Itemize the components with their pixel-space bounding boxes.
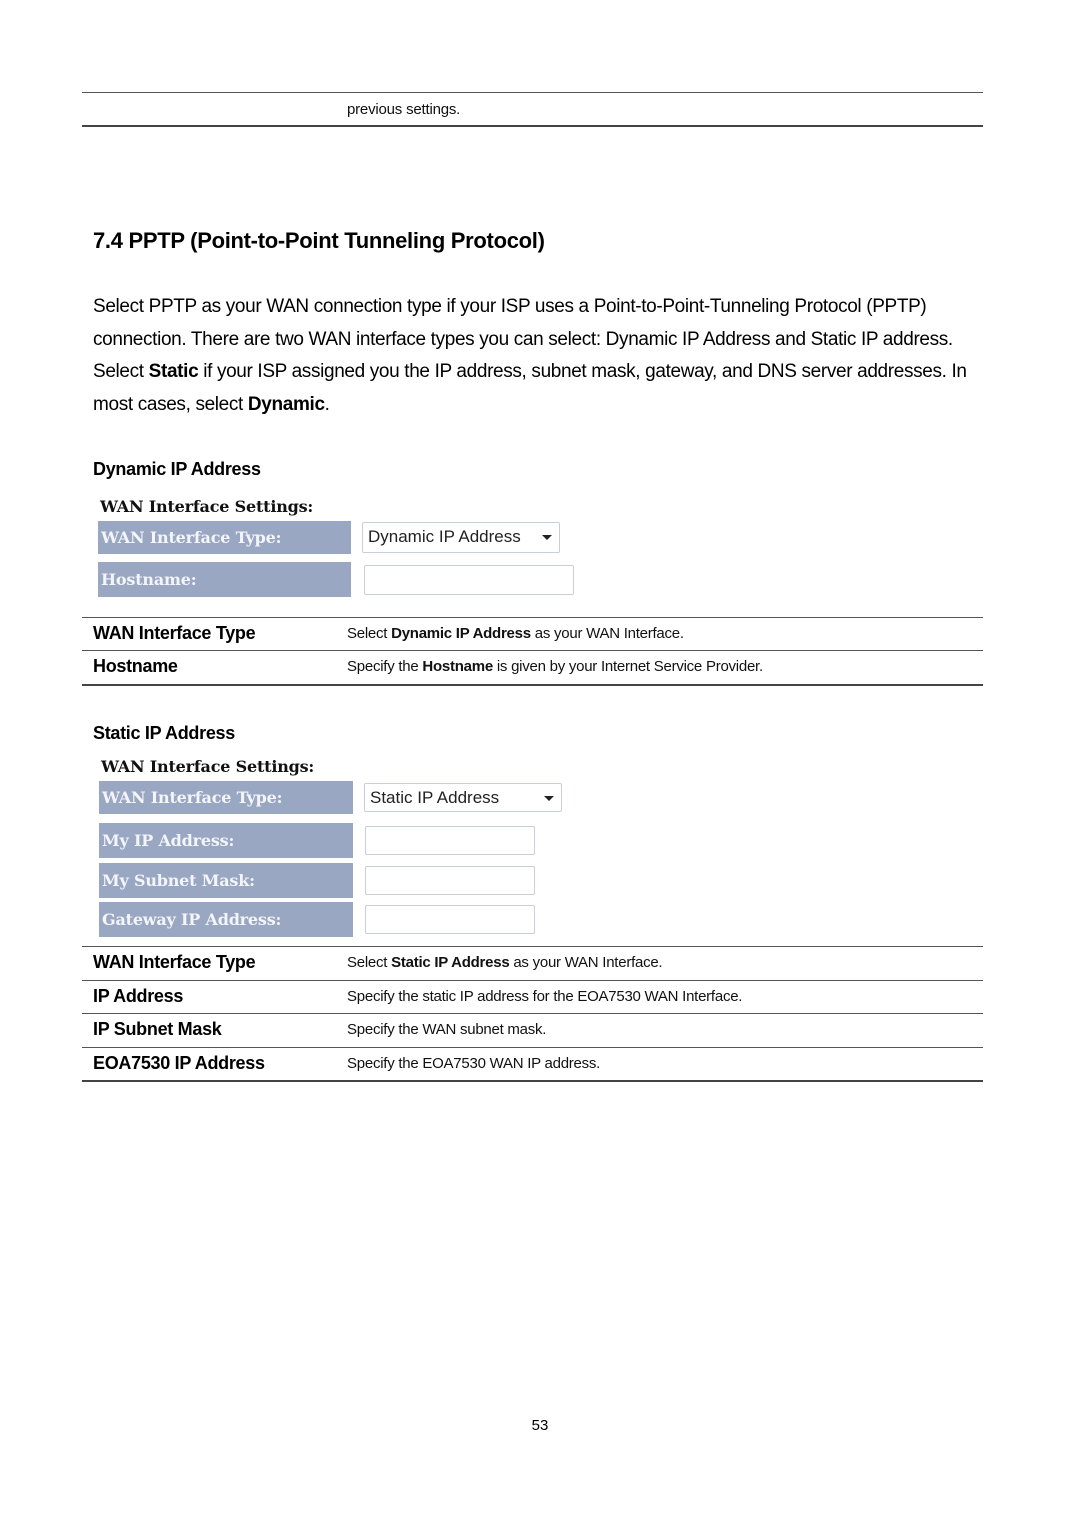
dynamic-table-top-border <box>82 617 983 618</box>
table-row-divider <box>82 980 983 981</box>
table-term: Hostname <box>93 656 178 676</box>
desc-text: as your WAN Interface. <box>530 625 684 642</box>
table-term: EOA7530 IP Address <box>93 1053 265 1073</box>
continued-table-text: previous settings. <box>347 101 461 118</box>
dropdown-arrow-icon <box>544 796 554 801</box>
desc-bold: Static IP Address <box>391 954 510 971</box>
gateway-ip-address-input[interactable] <box>365 905 535 934</box>
table-term: IP Subnet Mask <box>93 1019 222 1039</box>
my-ip-address-label: My IP Address: <box>99 823 353 858</box>
wan-interface-type-select[interactable]: Dynamic IP Address <box>362 522 560 553</box>
table-description: Select Static IP Address as your WAN Int… <box>347 954 663 971</box>
wan-settings-title: WAN Interface Settings: <box>101 757 315 776</box>
intro-bold-static: Static <box>148 361 199 383</box>
page-number: 53 <box>531 1417 549 1434</box>
table-description: Specify the EOA7530 WAN IP address. <box>347 1055 601 1072</box>
select-value: Dynamic IP Address <box>368 527 521 546</box>
wan-interface-type-select[interactable]: Static IP Address <box>364 783 562 812</box>
desc-text: Select <box>347 625 392 642</box>
desc-bold: Hostname <box>422 658 493 675</box>
wan-settings-title: WAN Interface Settings: <box>100 497 314 516</box>
section-title: 7.4 PPTP (Point-to-Point Tunneling Proto… <box>93 228 545 253</box>
table-bottom-border <box>82 125 983 127</box>
table-description: Specify the WAN subnet mask. <box>347 1021 547 1038</box>
table-term: WAN Interface Type <box>93 623 256 643</box>
desc-text: Select <box>347 954 392 971</box>
intro-text-3: . <box>324 393 330 415</box>
my-subnet-mask-input[interactable] <box>365 866 535 895</box>
wan-interface-type-label: WAN Interface Type: <box>99 781 353 814</box>
table-description: Specify the static IP address for the EO… <box>347 988 743 1005</box>
table-top-border <box>82 92 983 93</box>
table-term: WAN Interface Type <box>93 952 256 972</box>
static-table-top-border <box>82 946 983 947</box>
dynamic-heading: Dynamic IP Address <box>93 459 261 479</box>
desc-text: Specify the <box>347 658 423 675</box>
table-description: Specify the Hostname is given by your In… <box>347 658 763 675</box>
intro-paragraph: Select PPTP as your WAN connection type … <box>93 291 993 421</box>
static-heading: Static IP Address <box>93 723 235 743</box>
desc-bold: Dynamic IP Address <box>391 625 531 642</box>
wan-interface-type-label: WAN Interface Type: <box>98 521 351 554</box>
desc-text: is given by your Internet Service Provid… <box>492 658 763 675</box>
intro-bold-dynamic: Dynamic <box>247 393 325 415</box>
table-term: IP Address <box>93 986 184 1006</box>
intro-text-2: if your ISP assigned you the IP address,… <box>93 361 967 415</box>
dropdown-arrow-icon <box>542 535 552 540</box>
dynamic-table-bottom-border <box>82 684 983 686</box>
select-value: Static IP Address <box>370 788 500 807</box>
my-subnet-mask-label: My Subnet Mask: <box>99 863 353 898</box>
table-row-divider <box>82 650 983 651</box>
my-ip-address-input[interactable] <box>365 826 535 855</box>
hostname-label: Hostname: <box>98 562 351 597</box>
desc-text: as your WAN Interface. <box>509 954 663 971</box>
hostname-input[interactable] <box>364 565 574 595</box>
gateway-ip-address-label: Gateway IP Address: <box>99 902 353 937</box>
static-table-bottom-border <box>82 1080 983 1082</box>
table-description: Select Dynamic IP Address as your WAN In… <box>347 625 684 642</box>
table-row-divider <box>82 1013 983 1014</box>
table-row-divider <box>82 1047 983 1048</box>
